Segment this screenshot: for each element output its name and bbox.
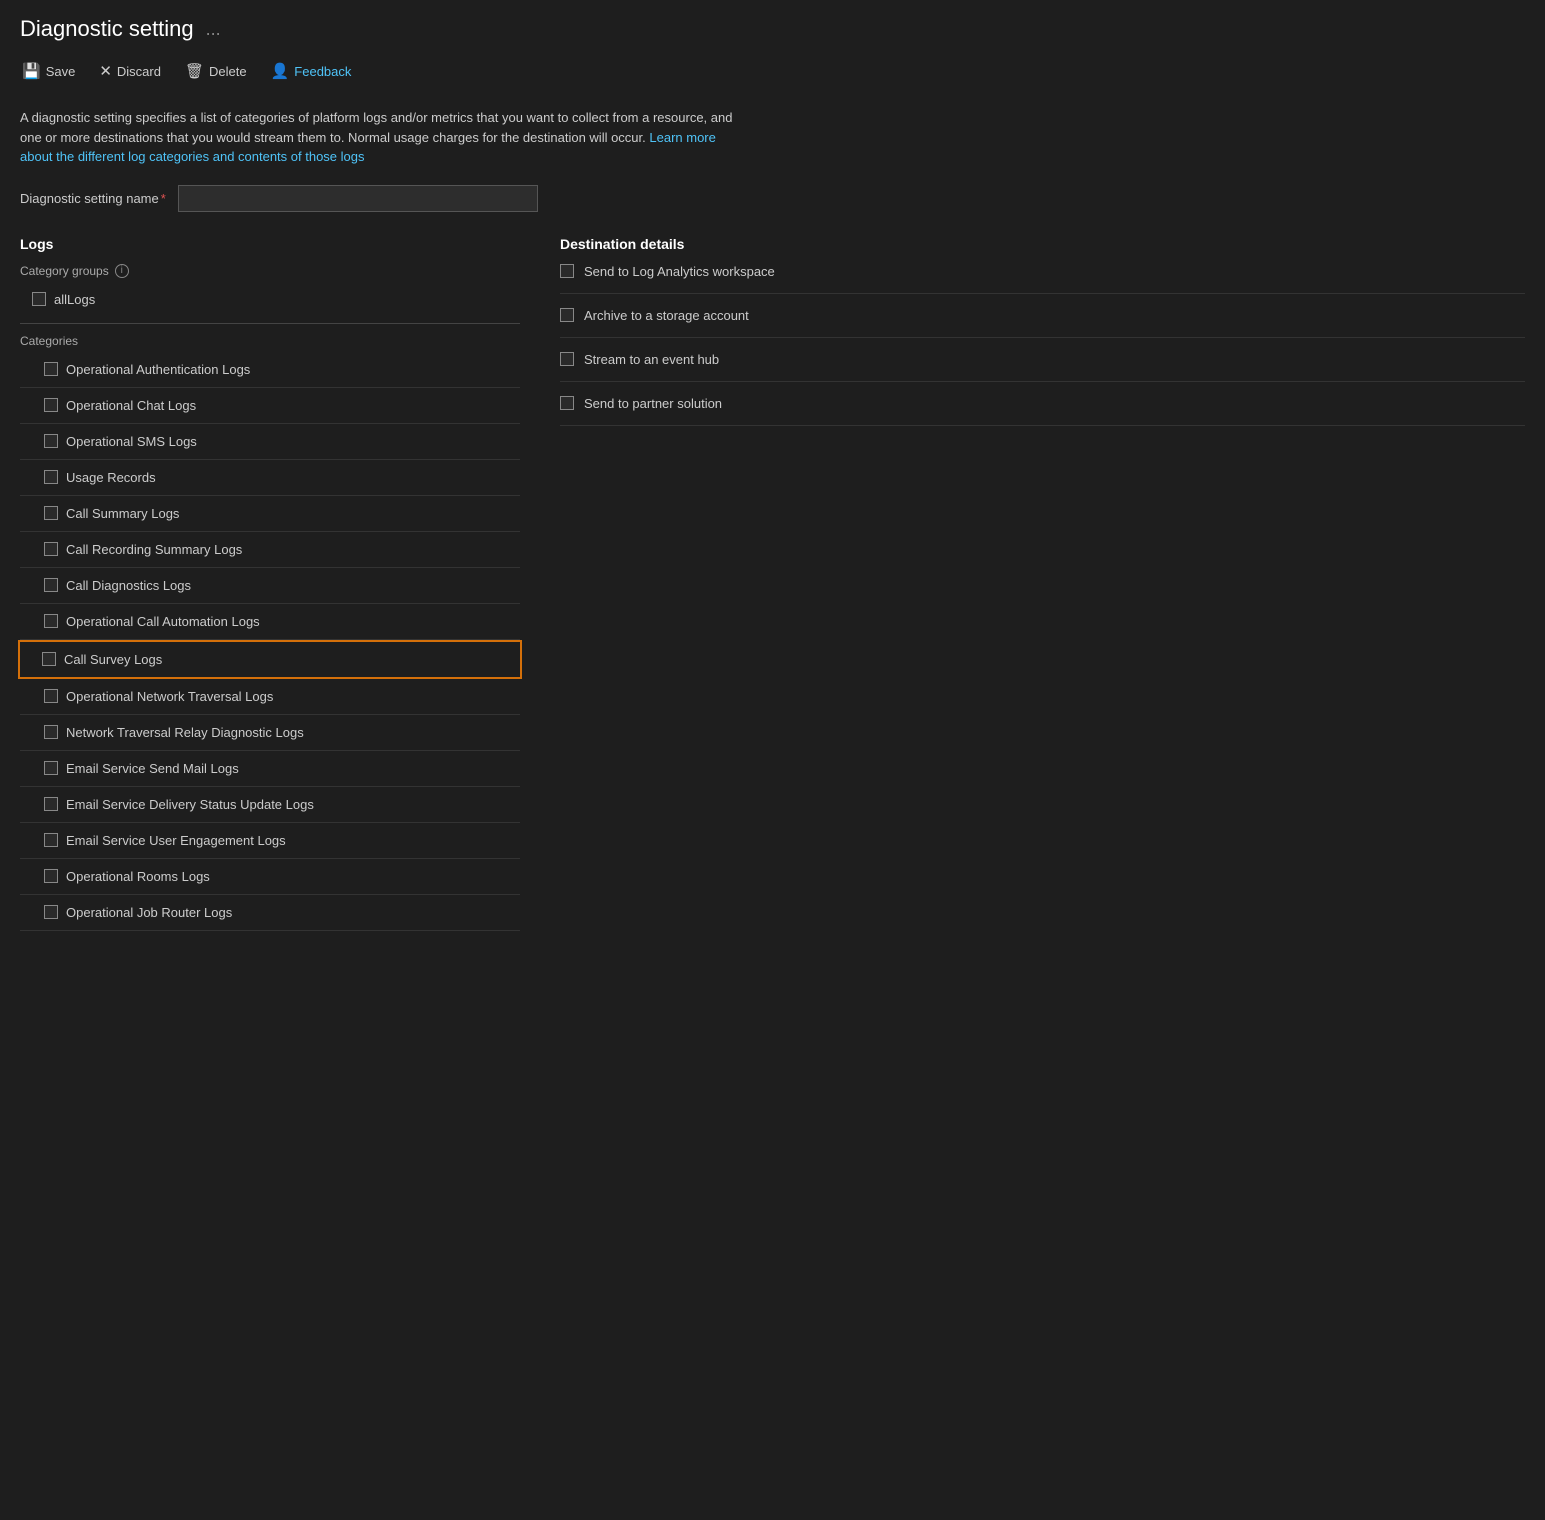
page-container: Diagnostic setting ... 💾 Save ✕ Discard … (0, 0, 1545, 947)
log-checkbox-email-delivery[interactable] (44, 797, 58, 811)
setting-name-input[interactable] (178, 185, 538, 212)
log-item: Operational Authentication Logs (20, 352, 520, 388)
setting-name-label: Diagnostic setting name* (20, 191, 166, 206)
description-main: A diagnostic setting specifies a list of… (20, 110, 732, 145)
destination-section-title: Destination details (560, 236, 1525, 252)
log-checkbox-call-summary[interactable] (44, 506, 58, 520)
log-label-usage: Usage Records (66, 470, 156, 485)
dest-checkbox-partner[interactable] (560, 396, 574, 410)
log-checkbox-op-auth[interactable] (44, 362, 58, 376)
log-label-email-delivery: Email Service Delivery Status Update Log… (66, 797, 314, 812)
ellipsis-menu[interactable]: ... (206, 19, 221, 40)
log-label-email-send: Email Service Send Mail Logs (66, 761, 239, 776)
log-checkbox-op-sms[interactable] (44, 434, 58, 448)
all-logs-item: allLogs (20, 286, 520, 313)
dest-label-partner: Send to partner solution (584, 396, 722, 411)
log-label-call-diagnostics: Call Diagnostics Logs (66, 578, 191, 593)
log-item: Email Service Send Mail Logs (20, 751, 520, 787)
dest-checkbox-storage[interactable] (560, 308, 574, 322)
feedback-button[interactable]: 👤 Feedback (269, 58, 354, 84)
save-icon: 💾 (22, 62, 41, 80)
save-label: Save (46, 64, 76, 79)
log-item: Call Diagnostics Logs (20, 568, 520, 604)
log-item: Operational SMS Logs (20, 424, 520, 460)
delete-label: Delete (209, 64, 247, 79)
log-checkbox-network-relay[interactable] (44, 725, 58, 739)
discard-icon: ✕ (99, 62, 112, 80)
log-checkbox-op-network[interactable] (44, 689, 58, 703)
log-item: Call Recording Summary Logs (20, 532, 520, 568)
toolbar: 💾 Save ✕ Discard 🗑 Delete 👤 Feedback (20, 58, 1525, 94)
page-title: Diagnostic setting (20, 16, 194, 42)
log-item: Email Service Delivery Status Update Log… (20, 787, 520, 823)
log-checkbox-email-engagement[interactable] (44, 833, 58, 847)
separator (20, 323, 520, 324)
all-logs-checkbox[interactable] (32, 292, 46, 306)
log-item: Usage Records (20, 460, 520, 496)
log-checkbox-op-job-router[interactable] (44, 905, 58, 919)
log-item: Network Traversal Relay Diagnostic Logs (20, 715, 520, 751)
dest-items-container: Send to Log Analytics workspace Archive t… (560, 264, 1525, 426)
log-checkbox-call-diagnostics[interactable] (44, 578, 58, 592)
log-checkbox-op-rooms[interactable] (44, 869, 58, 883)
log-checkbox-usage[interactable] (44, 470, 58, 484)
log-label-call-summary: Call Summary Logs (66, 506, 179, 521)
log-label-op-call-auto: Operational Call Automation Logs (66, 614, 260, 629)
dest-item-storage: Archive to a storage account (560, 294, 1525, 338)
logs-section-title: Logs (20, 236, 520, 252)
feedback-icon: 👤 (271, 62, 290, 80)
log-label-op-chat: Operational Chat Logs (66, 398, 196, 413)
log-item: Operational Chat Logs (20, 388, 520, 424)
categories-label: Categories (20, 334, 520, 348)
log-item: Operational Call Automation Logs (20, 604, 520, 640)
all-logs-label: allLogs (54, 292, 95, 307)
log-item: Operational Rooms Logs (20, 859, 520, 895)
dest-checkbox-event-hub[interactable] (560, 352, 574, 366)
page-title-bar: Diagnostic setting ... (20, 16, 1525, 42)
log-item: Email Service User Engagement Logs (20, 823, 520, 859)
log-items-container: Operational Authentication Logs Operation… (20, 352, 520, 931)
dest-item-partner: Send to partner solution (560, 382, 1525, 426)
log-item: Operational Job Router Logs (20, 895, 520, 931)
log-checkbox-op-chat[interactable] (44, 398, 58, 412)
dest-item-event-hub: Stream to an event hub (560, 338, 1525, 382)
log-label-op-network: Operational Network Traversal Logs (66, 689, 273, 704)
log-label-op-auth: Operational Authentication Logs (66, 362, 250, 377)
log-item: Call Summary Logs (20, 496, 520, 532)
log-label-op-sms: Operational SMS Logs (66, 434, 197, 449)
destination-section: Destination details Send to Log Analytic… (560, 236, 1525, 426)
log-label-call-survey: Call Survey Logs (64, 652, 162, 667)
feedback-label: Feedback (294, 64, 351, 79)
description-text: A diagnostic setting specifies a list of… (20, 108, 740, 167)
dest-item-log-analytics: Send to Log Analytics workspace (560, 264, 1525, 294)
dest-label-storage: Archive to a storage account (584, 308, 749, 323)
dest-checkbox-log-analytics[interactable] (560, 264, 574, 278)
log-checkbox-op-call-auto[interactable] (44, 614, 58, 628)
main-layout: Logs Category groups i allLogs Categorie… (20, 236, 1525, 931)
delete-button[interactable]: 🗑 Delete (183, 58, 249, 84)
category-groups-info-icon[interactable]: i (115, 264, 129, 278)
logs-section: Logs Category groups i allLogs Categorie… (20, 236, 520, 931)
log-checkbox-email-send[interactable] (44, 761, 58, 775)
log-item: Operational Network Traversal Logs (20, 679, 520, 715)
save-button[interactable]: 💾 Save (20, 58, 77, 84)
category-groups-header: Category groups i (20, 264, 520, 278)
required-marker: * (161, 191, 166, 206)
log-label-op-job-router: Operational Job Router Logs (66, 905, 232, 920)
log-label-network-relay: Network Traversal Relay Diagnostic Logs (66, 725, 304, 740)
delete-icon: 🗑 (185, 62, 204, 80)
log-label-op-rooms: Operational Rooms Logs (66, 869, 210, 884)
dest-label-log-analytics: Send to Log Analytics workspace (584, 264, 775, 279)
category-groups-label: Category groups (20, 264, 109, 278)
log-label-email-engagement: Email Service User Engagement Logs (66, 833, 286, 848)
log-label-call-recording: Call Recording Summary Logs (66, 542, 242, 557)
log-checkbox-call-recording[interactable] (44, 542, 58, 556)
setting-name-row: Diagnostic setting name* (20, 185, 1525, 212)
log-item: Call Survey Logs (18, 640, 522, 679)
discard-label: Discard (117, 64, 161, 79)
dest-label-event-hub: Stream to an event hub (584, 352, 719, 367)
discard-button[interactable]: ✕ Discard (97, 58, 163, 84)
log-checkbox-call-survey[interactable] (42, 652, 56, 666)
